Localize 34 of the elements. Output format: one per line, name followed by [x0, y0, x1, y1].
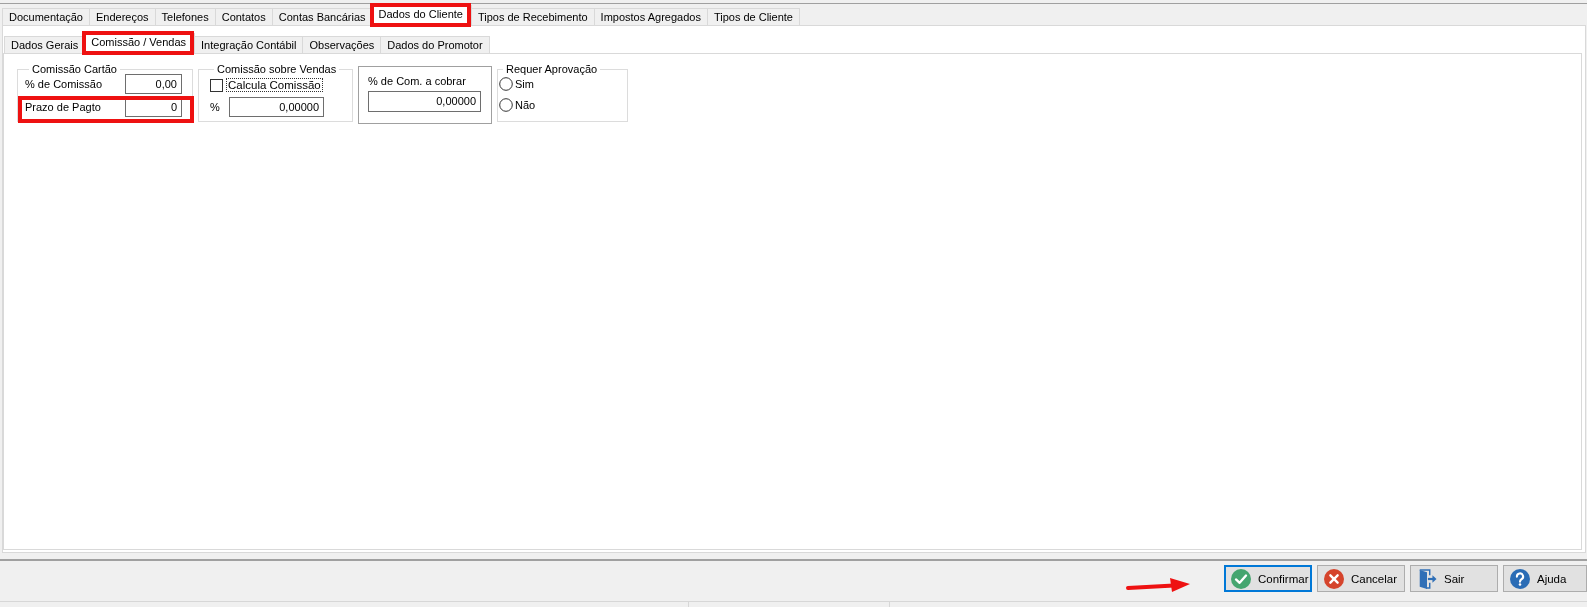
tab[interactable]: Documentação [2, 8, 90, 25]
radio-button[interactable] [499, 77, 513, 91]
radio-label[interactable]: Sim [515, 78, 534, 90]
checkbox-label[interactable]: Calcula Comissão [226, 78, 323, 92]
radio-button[interactable] [499, 98, 513, 112]
tab[interactable]: Observações [302, 36, 382, 53]
help-button[interactable]: Ajuda [1503, 565, 1587, 592]
radio-label[interactable]: Não [515, 99, 536, 111]
checkbox[interactable] [210, 78, 223, 92]
exit-button[interactable]: Sair [1410, 565, 1498, 592]
field-label: % de Comissão [25, 78, 103, 90]
tab[interactable]: Integração Contábil [194, 36, 304, 53]
tab[interactable]: Tipos de Recebimento [470, 8, 595, 25]
help-icon [1510, 568, 1530, 589]
confirm-button[interactable]: Confirmar [1224, 565, 1312, 592]
door-arrow-icon [1417, 568, 1437, 589]
cancel-button[interactable]: Cancelar [1317, 565, 1405, 592]
text-field[interactable]: 0,00000 [229, 97, 324, 117]
tab[interactable]: Dados do Promotor [380, 36, 490, 53]
check-circle-icon [1231, 568, 1251, 589]
text-field[interactable]: 0,00000 [368, 91, 481, 112]
tab[interactable]: Dados do Cliente [370, 5, 472, 26]
field-label: % de Com. a cobrar [368, 75, 467, 88]
tab[interactable]: Tipos de Cliente [706, 8, 800, 25]
tab[interactable]: Impostos Agregados [593, 8, 708, 25]
tab[interactable]: Comissão / Vendas [83, 33, 196, 54]
x-circle-icon [1324, 568, 1344, 589]
tab[interactable]: Endereços [89, 8, 156, 25]
group-title: Comissão Cartão [31, 63, 118, 75]
field-label: Prazo de Pagto [25, 101, 101, 113]
field-label: % [210, 101, 221, 113]
group-title: Comissão sobre Vendas [216, 63, 338, 75]
text-field[interactable]: 0,00 [125, 74, 182, 94]
group-title: Requer Aprovação [505, 63, 599, 75]
